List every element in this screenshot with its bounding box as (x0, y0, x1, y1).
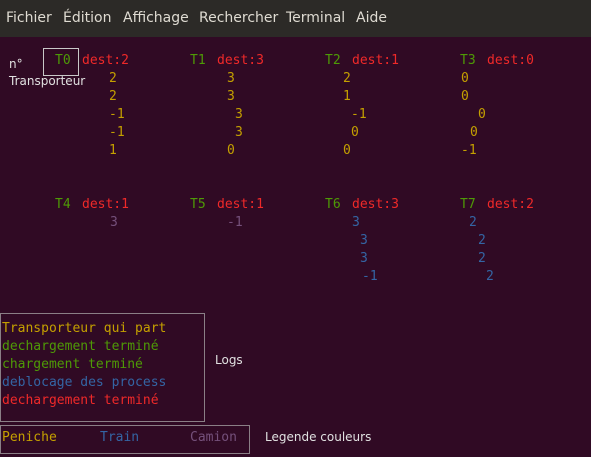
logs-title: Logs (215, 353, 243, 367)
t0-value: 2 (109, 71, 117, 86)
t7-value: 2 (469, 215, 477, 230)
t6-value: 3 (360, 251, 368, 266)
t2-value: -1 (351, 107, 367, 122)
t2-value: 0 (343, 143, 351, 158)
transporter-id-t5: T5 (190, 197, 206, 212)
t4-value: 3 (110, 215, 118, 230)
transporter-dest-t6: dest:3 (352, 197, 399, 212)
transporter-id-t6: T6 (325, 197, 341, 212)
t1-value: 3 (235, 107, 243, 122)
menu-bar: Fichier Édition Affichage Rechercher Ter… (0, 0, 591, 37)
menu-edition[interactable]: Édition (63, 0, 111, 37)
t6-value: 3 (352, 215, 360, 230)
legend-item-camion: Camion (190, 430, 237, 445)
transporter-dest-t1: dest:3 (217, 53, 264, 68)
transporteur-label: Transporteur (9, 74, 86, 88)
t1-value: 3 (235, 125, 243, 140)
t2-value: 1 (343, 89, 351, 104)
t1-value: 3 (227, 89, 235, 104)
t6-value: 3 (360, 233, 368, 248)
transporter-id-t1: T1 (190, 53, 206, 68)
t7-value: 2 (478, 251, 486, 266)
t2-value: 0 (351, 125, 359, 140)
log-line: Transporteur qui part (2, 321, 167, 336)
t2-value: 2 (343, 71, 351, 86)
transporter-dest-t4: dest:1 (82, 197, 129, 212)
t3-value: 0 (478, 107, 486, 122)
t7-value: 2 (478, 233, 486, 248)
menu-terminal[interactable]: Terminal (286, 0, 345, 37)
log-line: deblocage des process (2, 375, 167, 390)
log-line: dechargement terminé (2, 393, 159, 408)
t5-value: -1 (227, 215, 243, 230)
menu-fichier[interactable]: Fichier (6, 0, 52, 37)
transporter-id-t4: T4 (55, 197, 71, 212)
t0-value: 2 (109, 89, 117, 104)
t7-value: 2 (486, 269, 494, 284)
transporter-id-t3: T3 (460, 53, 476, 68)
t3-value: 0 (470, 125, 478, 140)
transporter-dest-t3: dest:0 (487, 53, 534, 68)
transporter-id-t0: T0 (55, 53, 71, 68)
t0-value: -1 (109, 125, 125, 140)
menu-rechercher[interactable]: Rechercher (199, 0, 278, 37)
transporter-dest-t2: dest:1 (352, 53, 399, 68)
legend-title: Legende couleurs (265, 430, 372, 444)
transporter-dest-t7: dest:2 (487, 197, 534, 212)
t3-value: 0 (461, 89, 469, 104)
transporter-dest-t0: dest:2 (82, 53, 129, 68)
t3-value: -1 (461, 143, 477, 158)
legend-item-train: Train (100, 430, 140, 445)
transporter-id-t2: T2 (325, 53, 341, 68)
t0-value: 1 (109, 143, 117, 158)
t6-value: -1 (362, 269, 378, 284)
transporter-dest-t5: dest:1 (217, 197, 264, 212)
t0-value: -1 (109, 107, 125, 122)
t3-value: 0 (461, 71, 469, 86)
log-line: dechargement terminé (2, 339, 159, 354)
transporter-id-t7: T7 (460, 197, 476, 212)
legend-item-peniche: Peniche (2, 430, 57, 445)
t1-value: 3 (227, 71, 235, 86)
menu-affichage[interactable]: Affichage (123, 0, 189, 37)
number-label: n° (9, 57, 23, 71)
t1-value: 0 (227, 143, 235, 158)
log-line: chargement terminé (2, 357, 143, 372)
menu-aide[interactable]: Aide (356, 0, 387, 37)
